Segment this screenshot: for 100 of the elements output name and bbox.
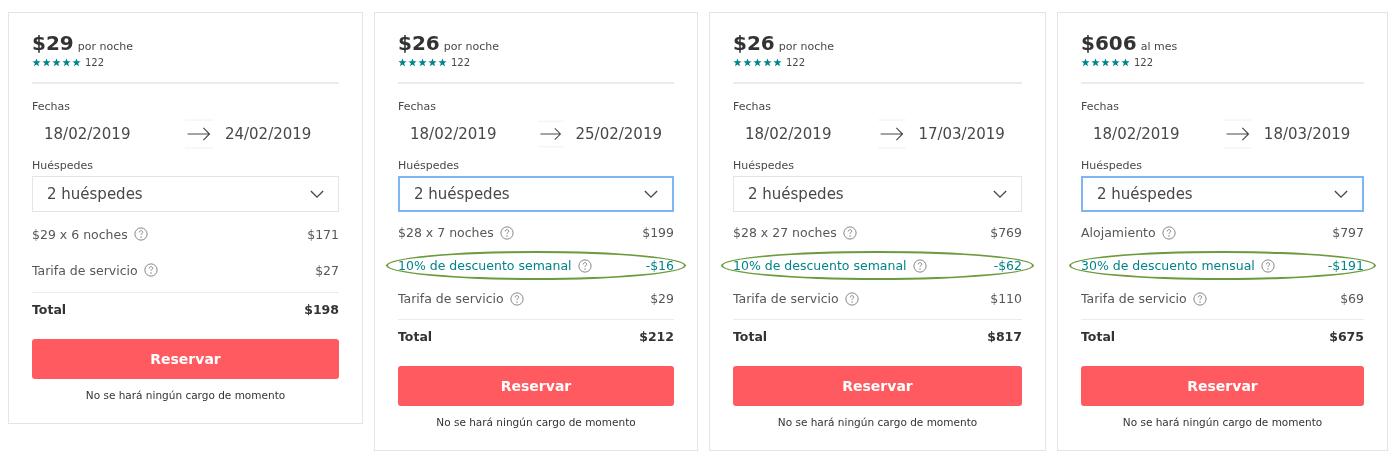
help-icon[interactable] [143, 263, 158, 277]
star-icon [52, 58, 61, 67]
total-label: Total [398, 328, 433, 344]
help-icon[interactable] [844, 291, 859, 306]
no-charge-note: No se hará ningún cargo de momento [1121, 416, 1324, 428]
line-item-amount: $29 [650, 291, 674, 306]
total-amount: $212 [639, 328, 674, 344]
guests-dropdown[interactable]: 2 huéspedes [733, 176, 1022, 212]
help-icon[interactable] [577, 258, 592, 273]
help-icon[interactable] [912, 258, 927, 273]
check-in-date[interactable]: 18/02/2019 [32, 125, 185, 143]
help-icon[interactable] [133, 227, 148, 241]
help-icon[interactable] [509, 291, 524, 306]
field-label: Fechas [32, 100, 71, 113]
review-count: 122 [85, 57, 105, 68]
check-out-date[interactable]: 24/02/2019 [212, 125, 339, 143]
line-item-amount: $171 [307, 226, 339, 242]
price-unit: por noche [443, 40, 499, 53]
star-icon [1111, 58, 1120, 67]
chevron-down-icon [644, 189, 658, 199]
help-icon[interactable] [1192, 291, 1207, 306]
star-icon [763, 58, 772, 67]
help-icon[interactable] [1161, 225, 1176, 240]
nightly-price: $29 [32, 31, 74, 55]
check-in-date[interactable]: 18/02/2019 [398, 125, 538, 143]
line-item-label: Alojamiento [1081, 225, 1156, 240]
star-icon [418, 58, 427, 67]
star-icon [438, 58, 447, 67]
line-item-label: $29 x 6 noches [32, 226, 128, 242]
arrow-icon [878, 117, 907, 151]
field-label: Huéspedes [32, 159, 94, 172]
help-icon[interactable] [1260, 258, 1275, 273]
star-icon [1081, 58, 1090, 67]
review-count: 122 [451, 57, 471, 68]
guests-dropdown[interactable]: 2 huéspedes [398, 176, 674, 212]
star-icon [398, 58, 407, 67]
total-amount: $817 [987, 328, 1022, 344]
guests-dropdown[interactable]: 2 huéspedes [1081, 176, 1364, 212]
star-icon [408, 58, 417, 67]
star-icon [42, 58, 51, 67]
help-icon[interactable] [499, 225, 514, 240]
line-item-label: Tarifa de servicio [398, 291, 504, 306]
review-count: 122 [1134, 57, 1154, 68]
star-icon [773, 58, 782, 67]
line-item-label: 10% de descuento semanal [733, 258, 907, 273]
nightly-price: $606 [1081, 31, 1137, 55]
line-item-label: $28 x 27 noches [733, 225, 837, 240]
total-label: Total [733, 328, 768, 344]
help-icon[interactable] [842, 225, 857, 240]
price-unit: por noche [778, 40, 834, 53]
total-label: Total [32, 301, 67, 317]
star-icon [428, 58, 437, 67]
total-amount: $198 [304, 301, 339, 317]
no-charge-note: No se hará ningún cargo de momento [776, 416, 979, 428]
line-item-label: Tarifa de servicio [733, 291, 839, 306]
star-icon [62, 58, 71, 67]
check-in-date[interactable]: 18/02/2019 [1081, 125, 1224, 143]
line-item-label: 30% de descuento mensual [1081, 258, 1255, 273]
line-item-amount: $69 [1340, 291, 1364, 306]
check-out-date[interactable]: 18/03/2019 [1251, 125, 1364, 143]
line-item-label: 10% de descuento semanal [398, 258, 572, 273]
check-out-date[interactable]: 25/02/2019 [563, 125, 674, 143]
line-item-amount: $110 [990, 291, 1022, 306]
line-item-amount: $797 [1332, 225, 1364, 240]
star-icon [733, 58, 742, 67]
field-label: Fechas [398, 100, 437, 113]
line-item-label: Tarifa de servicio [32, 262, 138, 278]
chevron-down-icon [1334, 189, 1348, 199]
total-amount: $675 [1329, 328, 1364, 344]
star-icon [1091, 58, 1100, 67]
nightly-price: $26 [733, 31, 775, 55]
star-icon [1121, 58, 1130, 67]
guests-dropdown[interactable]: 2 huéspedes [32, 176, 339, 212]
line-item-amount: -$191 [1327, 258, 1364, 273]
field-label: Fechas [1081, 100, 1120, 113]
arrow-icon [184, 117, 213, 151]
field-label: Fechas [733, 100, 772, 113]
total-label: Total [1081, 328, 1116, 344]
arrow-icon [1223, 117, 1252, 151]
field-label: Huéspedes [398, 159, 460, 172]
star-icon [743, 58, 752, 67]
check-out-date[interactable]: 17/03/2019 [906, 125, 1022, 143]
check-in-date[interactable]: 18/02/2019 [733, 125, 879, 143]
price-unit: al mes [1140, 40, 1178, 53]
line-item-amount: $199 [642, 225, 674, 240]
field-label: Huéspedes [1081, 159, 1143, 172]
line-item-amount: $769 [990, 225, 1022, 240]
review-count: 122 [786, 57, 806, 68]
star-icon [32, 58, 41, 67]
no-charge-note: No se hará ningún cargo de momento [435, 416, 637, 428]
line-item-label: Tarifa de servicio [1081, 291, 1187, 306]
line-item-amount: $27 [315, 262, 339, 278]
field-label: Huéspedes [733, 159, 795, 172]
line-item-label: $28 x 7 noches [398, 225, 494, 240]
line-item-amount: -$62 [993, 258, 1022, 273]
star-icon [753, 58, 762, 67]
nightly-price: $26 [398, 31, 440, 55]
no-charge-note: No se hará ningún cargo de momento [84, 389, 287, 401]
price-unit: por noche [77, 40, 133, 53]
chevron-down-icon [310, 189, 324, 199]
